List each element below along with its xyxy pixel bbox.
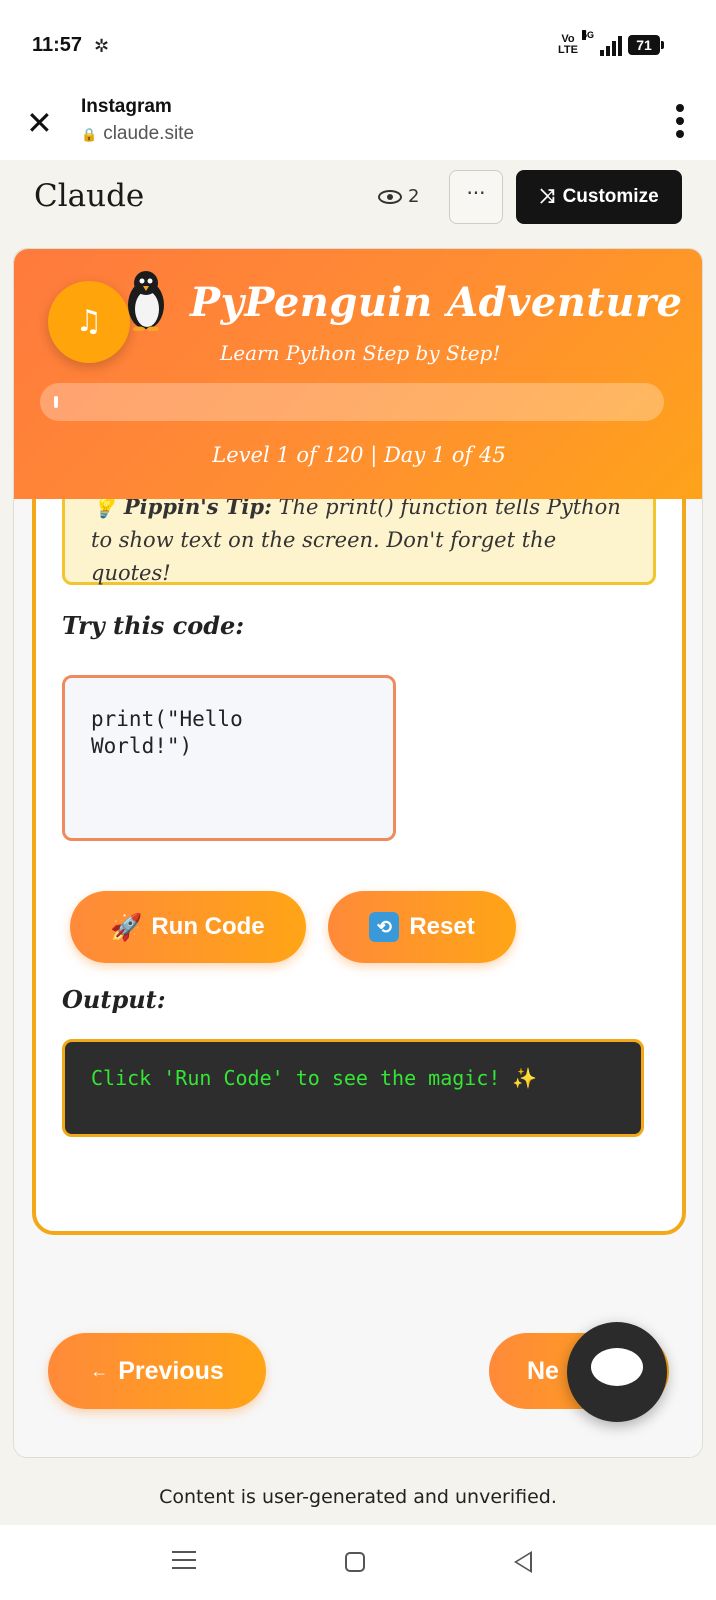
app-title: PyPenguin Adventure <box>190 279 683 326</box>
more-options-icon[interactable] <box>676 104 686 138</box>
progress-bar <box>40 383 664 421</box>
level-indicator: Level 1 of 120 | Day 1 of 45 <box>212 443 506 467</box>
refresh-icon: ⟲ <box>369 912 400 942</box>
lock-icon: 🔒 <box>81 127 98 142</box>
battery-icon: 71 <box>628 35 664 55</box>
system-navigation-bar <box>0 1525 716 1600</box>
app-header: ♫ PyPenguin Adventure Learn Python Step … <box>14 249 702 499</box>
volte-icon: Vo LTE <box>558 33 578 56</box>
shuffle-icon: ⤨ <box>539 186 555 207</box>
eye-icon <box>378 189 402 204</box>
chat-bubble-button[interactable] <box>567 1322 667 1422</box>
reset-button[interactable]: ⟲ Reset <box>328 891 516 963</box>
try-label: Try this code: <box>62 611 245 640</box>
penguin-icon <box>128 271 164 331</box>
arrow-left-icon: ← <box>90 1360 109 1381</box>
home-icon[interactable] <box>345 1552 365 1572</box>
code-editor[interactable]: print("Hello World!") <box>62 675 396 841</box>
music-icon[interactable]: ♫ <box>48 281 130 363</box>
customize-button[interactable]: ⤨ Customize <box>516 170 682 224</box>
browser-app-name: Instagram <box>81 96 172 117</box>
artifact-frame: 💡 Pippin's Tip: The print() function tel… <box>13 248 703 1458</box>
recent-apps-icon[interactable] <box>172 1551 196 1569</box>
rocket-icon: 🚀 <box>110 911 143 942</box>
claude-logo[interactable]: Claude <box>34 178 144 214</box>
claude-toolbar: Claude 2 ··· ⤨ Customize <box>0 160 716 240</box>
progress-fill <box>54 396 58 408</box>
back-icon[interactable] <box>514 1551 532 1573</box>
browser-header: ✕ Instagram 🔒 claude.site <box>0 92 716 160</box>
status-indicators: Vo LTE 5G 71 <box>558 30 664 56</box>
browser-url: 🔒 claude.site <box>81 123 195 144</box>
signal-icon: 5G <box>582 30 622 56</box>
more-button[interactable]: ··· <box>449 170 503 224</box>
lesson-card: 💡 Pippin's Tip: The print() function tel… <box>32 421 686 1235</box>
settings-notification-icon: ✲ <box>94 36 110 57</box>
status-bar: 11:57 ✲ Vo LTE 5G 71 <box>0 0 716 92</box>
run-code-button[interactable]: 🚀 Run Code <box>70 891 306 963</box>
app-subtitle: Learn Python Step by Step! <box>220 341 501 365</box>
disclaimer-text: Content is user-generated and unverified… <box>159 1486 557 1508</box>
close-icon[interactable]: ✕ <box>26 104 53 142</box>
output-console: Click 'Run Code' to see the magic! ✨ <box>62 1039 644 1137</box>
output-label: Output: <box>62 985 166 1014</box>
status-time: 11:57 <box>32 34 83 56</box>
view-count: 2 <box>378 186 419 207</box>
previous-button[interactable]: ← Previous <box>48 1333 266 1409</box>
